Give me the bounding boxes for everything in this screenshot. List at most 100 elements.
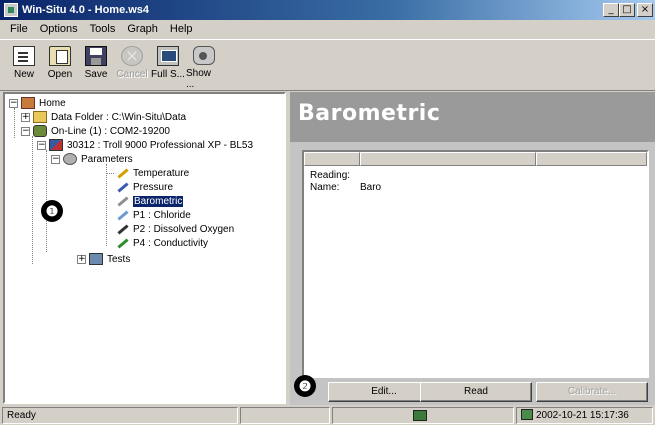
tests-icon bbox=[89, 253, 103, 265]
tree-node-barometric[interactable]: Barometric bbox=[115, 194, 184, 208]
callout-badge-2: ❷ bbox=[294, 375, 316, 397]
name-label: Name: bbox=[310, 182, 340, 193]
page-title: Barometric bbox=[298, 101, 441, 126]
tree-guide-line bbox=[106, 164, 107, 246]
tree-node-online[interactable]: − On-Line (1) : COM2-19200 bbox=[21, 124, 170, 138]
tree-node-data-folder[interactable]: + Data Folder : C:\Win-Situ\Data bbox=[21, 110, 186, 124]
collapse-icon[interactable]: − bbox=[37, 140, 46, 150]
detail-panel: Barometric Reading: Name: Baro Edit... R… bbox=[290, 92, 655, 405]
tree-label-device: 30312 : Troll 9000 Professional XP - BL5… bbox=[67, 139, 254, 151]
expand-icon[interactable]: + bbox=[21, 112, 30, 122]
window-title: Win-Situ 4.0 - Home.ws4 bbox=[22, 4, 150, 16]
navigation-tree[interactable]: − Home + Data Folder : C:\Win-Situ\Data … bbox=[3, 92, 286, 404]
pencil-icon bbox=[115, 181, 129, 193]
cancel-button[interactable]: Cancel bbox=[114, 40, 150, 90]
tree-node-device[interactable]: − 30312 : Troll 9000 Professional XP - B… bbox=[37, 138, 253, 152]
full-screen-button[interactable]: Full S... bbox=[150, 40, 186, 90]
menu-bar: File Options Tools Graph Help bbox=[0, 20, 655, 38]
open-label: Open bbox=[47, 69, 73, 80]
tree-node-chloride[interactable]: P1 : Chloride bbox=[115, 208, 191, 222]
save-button[interactable]: Save bbox=[78, 40, 114, 90]
calibrate-button[interactable]: Calibrate... bbox=[536, 382, 648, 402]
new-button[interactable]: New bbox=[6, 40, 42, 90]
close-button[interactable]: × bbox=[637, 3, 653, 17]
tree-guide-line bbox=[14, 108, 15, 138]
full-screen-icon bbox=[157, 46, 179, 66]
reading-row: Reading: bbox=[310, 170, 360, 181]
callout-number-1: ❶ bbox=[45, 203, 59, 219]
collapse-icon[interactable]: − bbox=[21, 126, 30, 136]
menu-help[interactable]: Help bbox=[164, 23, 199, 35]
window-controls: _ □ × bbox=[603, 3, 653, 17]
new-label: New bbox=[13, 69, 34, 80]
tree-label-data-folder: Data Folder : C:\Win-Situ\Data bbox=[51, 111, 187, 123]
tree-label-chloride: P1 : Chloride bbox=[133, 209, 191, 221]
menu-tools[interactable]: Tools bbox=[84, 23, 122, 35]
connection-status-icon bbox=[413, 409, 427, 421]
pencil-icon bbox=[115, 167, 129, 179]
column-header[interactable] bbox=[536, 152, 647, 166]
reading-list[interactable]: Reading: Name: Baro bbox=[302, 150, 649, 378]
show-button[interactable]: Show ... bbox=[186, 40, 222, 90]
tree-label-parameters: Parameters bbox=[81, 153, 133, 165]
menu-graph[interactable]: Graph bbox=[121, 23, 164, 35]
pencil-icon bbox=[115, 195, 129, 207]
read-button[interactable]: Read bbox=[420, 382, 532, 402]
folder-icon bbox=[33, 111, 47, 123]
status-datetime: 2002-10-21 15:17:36 bbox=[536, 409, 629, 421]
tree-node-tests[interactable]: + Tests bbox=[77, 252, 130, 266]
cancel-label: Cancel bbox=[116, 69, 148, 80]
menu-options[interactable]: Options bbox=[34, 23, 84, 35]
tree-node-conductivity[interactable]: P4 : Conductivity bbox=[115, 236, 208, 250]
tree-node-dissolved-oxygen[interactable]: P2 : Dissolved Oxygen bbox=[115, 222, 234, 236]
column-header[interactable] bbox=[304, 152, 360, 166]
tree-label-tests: Tests bbox=[107, 253, 131, 265]
clock-icon bbox=[521, 408, 533, 420]
open-button[interactable]: Open bbox=[42, 40, 78, 90]
tree-label-conductivity: P4 : Conductivity bbox=[133, 237, 209, 249]
callout-badge-1: ❶ bbox=[41, 200, 63, 222]
tree-label-dissolved-oxygen: P2 : Dissolved Oxygen bbox=[133, 223, 235, 235]
probe-icon bbox=[49, 139, 63, 151]
status-pane-connection bbox=[332, 406, 514, 424]
status-pane-empty bbox=[240, 406, 330, 424]
tree-node-temperature[interactable]: Temperature bbox=[115, 166, 189, 180]
collapse-icon[interactable]: − bbox=[9, 98, 18, 108]
collapse-icon[interactable]: − bbox=[51, 154, 60, 164]
full-screen-label: Full S... bbox=[151, 69, 185, 80]
home-icon bbox=[21, 97, 35, 109]
tree-label-online: On-Line (1) : COM2-19200 bbox=[51, 125, 170, 137]
column-header[interactable] bbox=[360, 152, 536, 166]
name-row: Name: Baro bbox=[310, 182, 381, 193]
parameters-icon bbox=[63, 153, 77, 165]
detail-header: Barometric bbox=[290, 92, 655, 142]
tree-guide-line bbox=[106, 173, 114, 174]
save-disk-icon bbox=[85, 46, 107, 66]
expand-icon[interactable]: + bbox=[77, 254, 86, 264]
tree-node-pressure[interactable]: Pressure bbox=[115, 180, 173, 194]
tree-label-pressure: Pressure bbox=[133, 181, 174, 193]
tree-label-temperature: Temperature bbox=[133, 167, 190, 179]
name-value: Baro bbox=[360, 182, 382, 193]
pencil-icon bbox=[115, 237, 129, 249]
pencil-icon bbox=[115, 209, 129, 221]
tree-node-home[interactable]: − Home bbox=[9, 96, 66, 110]
cancel-icon bbox=[121, 46, 143, 66]
status-text: Ready bbox=[2, 406, 238, 424]
tree-guide-line bbox=[32, 136, 33, 264]
show-label: Show ... bbox=[186, 68, 212, 90]
tree-node-parameters[interactable]: − Parameters bbox=[51, 152, 133, 166]
callout-number-2: ❷ bbox=[298, 378, 312, 394]
minimize-button[interactable]: _ bbox=[603, 3, 619, 17]
open-folder-icon bbox=[49, 46, 71, 66]
tree-label-barometric: Barometric bbox=[133, 195, 184, 207]
app-icon[interactable] bbox=[4, 3, 18, 17]
status-bar: Ready 2002-10-21 15:17:36 bbox=[0, 405, 655, 425]
show-icon bbox=[193, 46, 215, 65]
pencil-icon bbox=[115, 223, 129, 235]
toolbar: New Open Save Cancel Full S... Show ... bbox=[0, 39, 655, 91]
maximize-button[interactable]: □ bbox=[619, 3, 635, 17]
tree-label-home: Home bbox=[39, 97, 66, 109]
menu-file[interactable]: File bbox=[4, 23, 34, 35]
new-document-icon bbox=[13, 46, 35, 66]
